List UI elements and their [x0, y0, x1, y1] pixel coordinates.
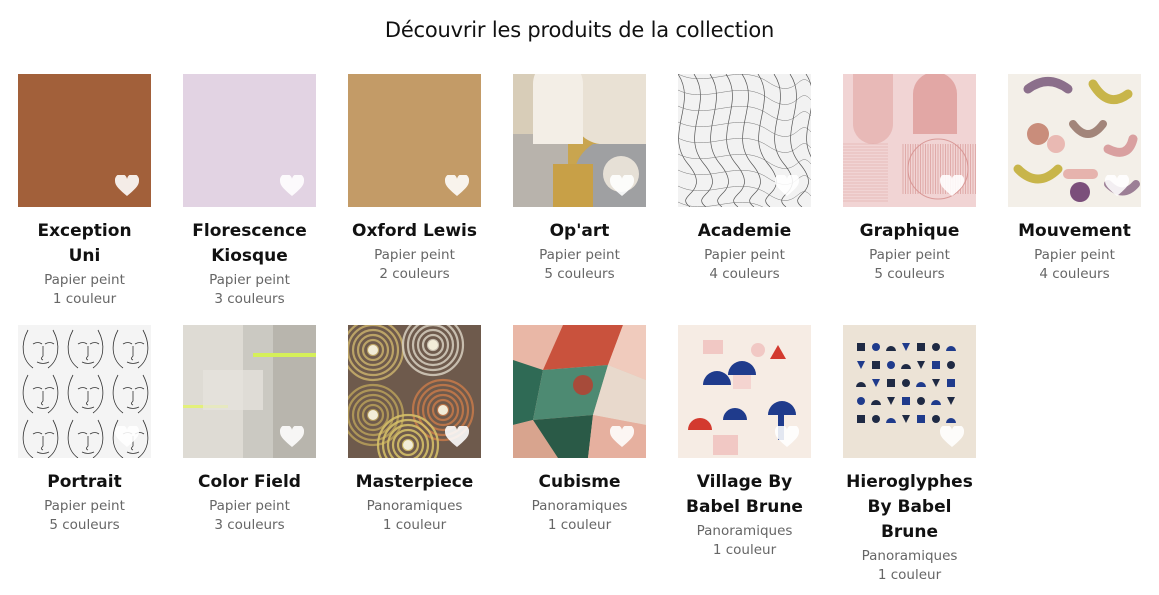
product-thumbnail[interactable] — [513, 74, 646, 207]
heart-icon[interactable] — [279, 173, 305, 197]
product-thumbnail[interactable] — [348, 74, 481, 207]
product-colors-count: 4 couleurs — [709, 266, 780, 282]
product-name[interactable]: Exception Uni — [18, 219, 151, 269]
product-card[interactable]: Exception Uni Papier peint 1 couleur — [18, 74, 151, 309]
product-name[interactable]: Op'art — [513, 219, 646, 244]
product-card[interactable]: Masterpiece Panoramiques 1 couleur — [348, 325, 481, 535]
section-title: Découvrir les produits de la collection — [384, 18, 775, 42]
product-name[interactable]: Hieroglyphes By Babel Brune — [843, 470, 976, 545]
heart-icon[interactable] — [114, 173, 140, 197]
product-colors-count: 3 couleurs — [214, 517, 285, 533]
product-name[interactable]: Village By Babel Brune — [678, 470, 811, 520]
product-thumbnail[interactable] — [348, 325, 481, 458]
product-name[interactable]: Graphique — [843, 219, 976, 244]
product-name[interactable]: Masterpiece — [348, 470, 481, 495]
product-type: Papier peint — [209, 272, 290, 288]
product-name[interactable]: Oxford Lewis — [348, 219, 481, 244]
product-name[interactable]: Color Field — [183, 470, 316, 495]
product-type: Panoramiques — [531, 498, 628, 514]
product-colors-count: 1 couleur — [877, 567, 942, 583]
product-thumbnail[interactable] — [678, 325, 811, 458]
product-card[interactable]: Graphique Papier peint 5 couleurs — [843, 74, 976, 284]
product-type: Papier peint — [44, 272, 125, 288]
product-thumbnail[interactable] — [183, 74, 316, 207]
heart-icon[interactable] — [279, 424, 305, 448]
heart-icon[interactable] — [609, 424, 635, 448]
product-type: Papier peint — [44, 498, 125, 514]
product-name[interactable]: Florescence Kiosque — [183, 219, 316, 269]
heart-icon[interactable] — [774, 173, 800, 197]
heart-icon[interactable] — [444, 424, 470, 448]
product-thumbnail[interactable] — [1008, 74, 1141, 207]
product-card[interactable]: Academie Papier peint 4 couleurs — [678, 74, 811, 284]
product-card[interactable]: Cubisme Panoramiques 1 couleur — [513, 325, 646, 535]
product-thumbnail[interactable] — [18, 74, 151, 207]
product-colors-count: 1 couleur — [712, 542, 777, 558]
product-colors-count: 1 couleur — [547, 517, 612, 533]
product-thumbnail[interactable] — [843, 74, 976, 207]
product-card[interactable]: Village By Babel Brune Panoramiques 1 coul… — [678, 325, 811, 560]
product-type: Panoramiques — [366, 498, 463, 514]
product-name[interactable]: Cubisme — [513, 470, 646, 495]
product-type: Panoramiques — [696, 523, 793, 539]
product-card[interactable]: Color Field Papier peint 3 couleurs — [183, 325, 316, 535]
product-colors-count: 5 couleurs — [544, 266, 615, 282]
product-colors-count: 5 couleurs — [874, 266, 945, 282]
product-thumbnail[interactable] — [513, 325, 646, 458]
product-colors-count: 2 couleurs — [379, 266, 450, 282]
heart-icon[interactable] — [939, 424, 965, 448]
product-card[interactable]: Oxford Lewis Papier peint 2 couleurs — [348, 74, 481, 284]
heart-icon[interactable] — [609, 173, 635, 197]
product-name[interactable]: Portrait — [18, 470, 151, 495]
product-thumbnail[interactable] — [18, 325, 151, 458]
heart-icon[interactable] — [444, 173, 470, 197]
heart-icon[interactable] — [114, 424, 140, 448]
product-type: Papier peint — [374, 247, 455, 263]
product-type: Panoramiques — [861, 548, 958, 564]
product-colors-count: 3 couleurs — [214, 291, 285, 307]
product-name[interactable]: Mouvement — [1008, 219, 1141, 244]
product-colors-count: 4 couleurs — [1039, 266, 1110, 282]
product-card[interactable]: Portrait Papier peint 5 couleurs — [18, 325, 151, 535]
product-colors-count: 1 couleur — [382, 517, 447, 533]
product-card[interactable]: Hieroglyphes By Babel Brune Panoramiques 1… — [843, 325, 976, 585]
product-type: Papier peint — [539, 247, 620, 263]
product-card[interactable]: Mouvement Papier peint 4 couleurs — [1008, 74, 1141, 284]
product-thumbnail[interactable] — [843, 325, 976, 458]
product-colors-count: 5 couleurs — [49, 517, 120, 533]
product-colors-count: 1 couleur — [52, 291, 117, 307]
product-name[interactable]: Academie — [678, 219, 811, 244]
product-type: Papier peint — [869, 247, 950, 263]
heart-icon[interactable] — [939, 173, 965, 197]
heart-icon[interactable] — [1104, 173, 1130, 197]
heart-icon[interactable] — [774, 424, 800, 448]
product-type: Papier peint — [209, 498, 290, 514]
product-card[interactable]: Op'art Papier peint 5 couleurs — [513, 74, 646, 284]
product-type: Papier peint — [704, 247, 785, 263]
product-type: Papier peint — [1034, 247, 1115, 263]
product-thumbnail[interactable] — [678, 74, 811, 207]
product-card[interactable]: Florescence Kiosque Papier peint 3 couleur… — [183, 74, 316, 309]
product-thumbnail[interactable] — [183, 325, 316, 458]
